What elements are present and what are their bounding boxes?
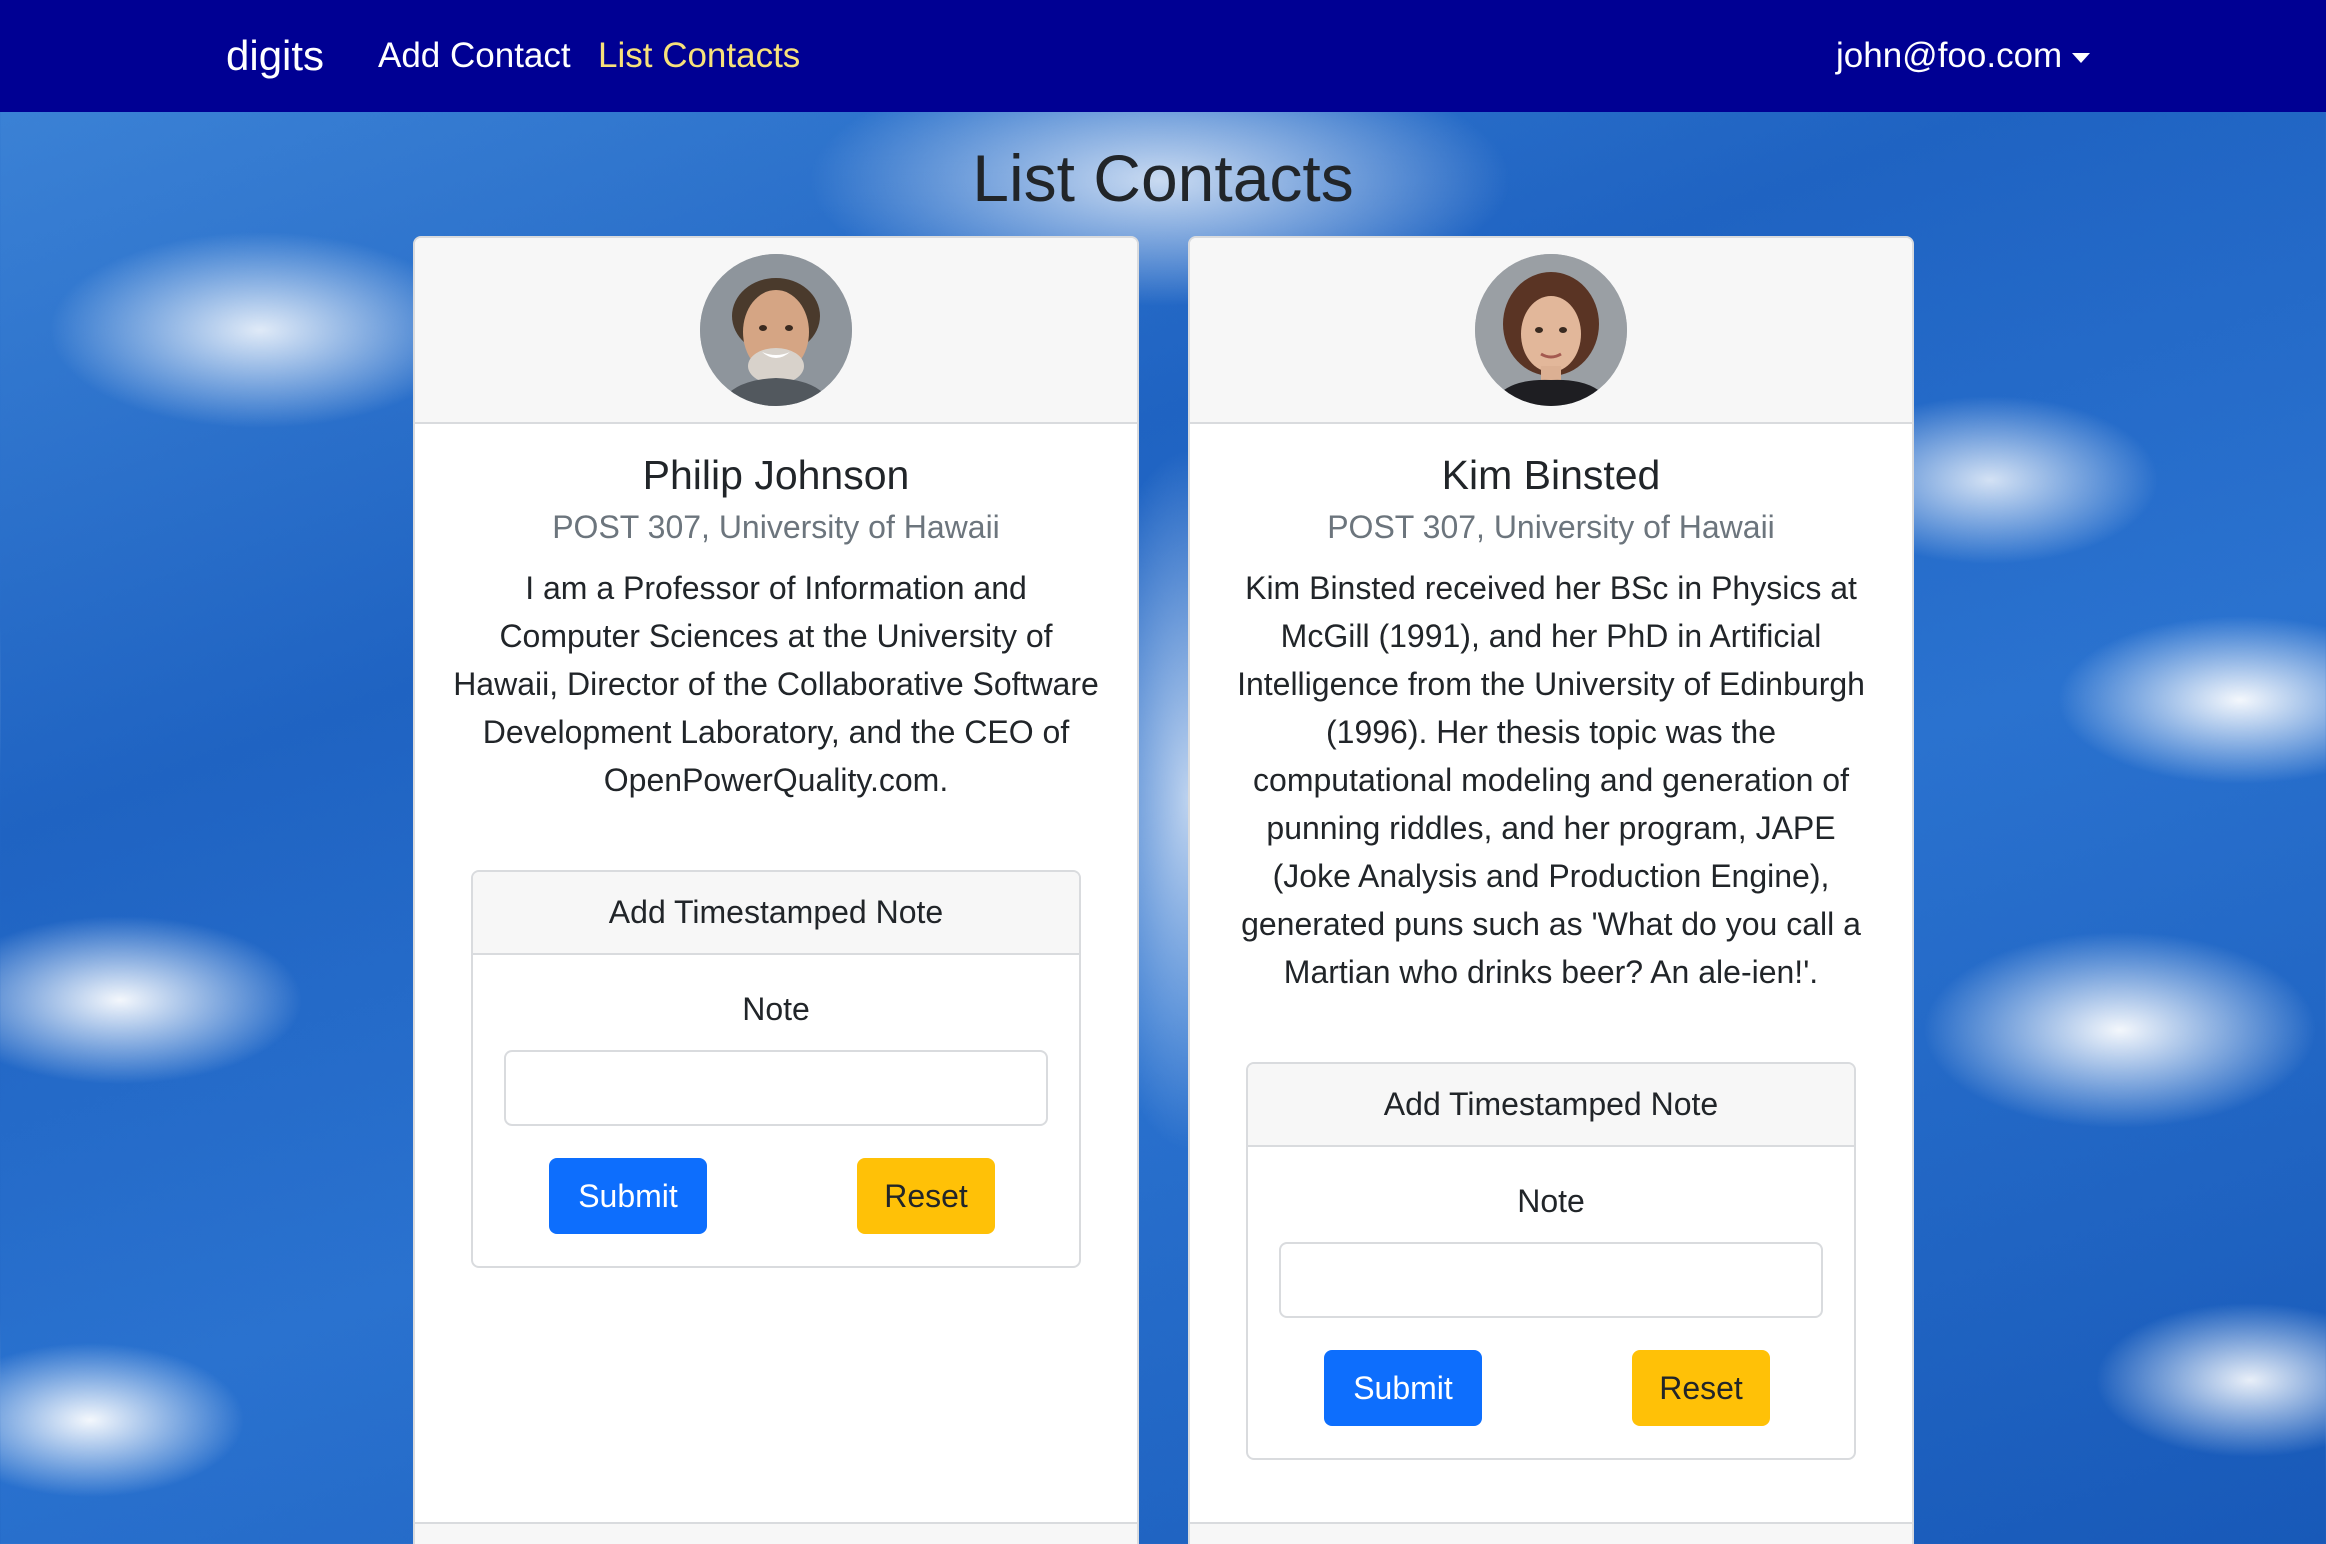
avatar	[1475, 254, 1627, 406]
user-email: john@foo.com	[1836, 36, 2063, 75]
contact-name: Kim Binsted	[1441, 452, 1661, 498]
nav-list-contacts[interactable]: List Contacts	[598, 36, 800, 76]
contact-card: Kim Binsted POST 307, University of Hawa…	[1188, 236, 1914, 1544]
nav-add-contact[interactable]: Add Contact	[378, 36, 571, 76]
note-input[interactable]	[1279, 1242, 1823, 1318]
user-dropdown[interactable]: john@foo.com	[1836, 36, 2091, 76]
note-form: Add Timestamped Note Note Submit Reset	[471, 870, 1081, 1268]
contact-name: Philip Johnson	[642, 452, 910, 498]
note-label: Note	[742, 991, 810, 1027]
reset-button[interactable]: Reset	[857, 1158, 995, 1234]
chevron-down-icon	[2072, 53, 2091, 63]
note-label: Note	[1517, 1183, 1585, 1219]
navbar: digits Add Contact List Contacts john@fo…	[0, 0, 2326, 112]
submit-button[interactable]: Submit	[1324, 1350, 1482, 1426]
contact-description: I am a Professor of Information and Comp…	[453, 570, 1099, 798]
submit-button[interactable]: Submit	[549, 1158, 707, 1234]
contact-description: Kim Binsted received her BSc in Physics …	[1237, 570, 1865, 990]
brand-link[interactable]: digits	[226, 32, 324, 80]
page-title: List Contacts	[972, 141, 1354, 215]
contact-card: Philip Johnson POST 307, University of H…	[413, 236, 1139, 1544]
card-body: Kim Binsted POST 307, University of Hawa…	[1190, 452, 1912, 996]
note-form: Add Timestamped Note Note Submit Reset	[1246, 1062, 1856, 1460]
button-row: Submit Reset	[473, 1158, 1079, 1238]
card-body: Philip Johnson POST 307, University of H…	[415, 452, 1137, 804]
reset-button[interactable]: Reset	[1632, 1350, 1770, 1426]
card-footer	[415, 1522, 1137, 1544]
button-row: Submit Reset	[1248, 1350, 1854, 1430]
contact-address: POST 307, University of Hawaii	[552, 509, 1000, 545]
card-header	[415, 238, 1137, 424]
avatar	[700, 254, 852, 406]
card-header	[1190, 238, 1912, 424]
man-portrait-icon	[700, 254, 852, 406]
card-footer	[1190, 1522, 1912, 1544]
woman-portrait-icon	[1475, 254, 1627, 406]
contact-address: POST 307, University of Hawaii	[1327, 509, 1775, 545]
note-form-header: Add Timestamped Note	[473, 872, 1079, 955]
note-form-header: Add Timestamped Note	[1248, 1064, 1854, 1147]
note-input[interactable]	[504, 1050, 1048, 1126]
